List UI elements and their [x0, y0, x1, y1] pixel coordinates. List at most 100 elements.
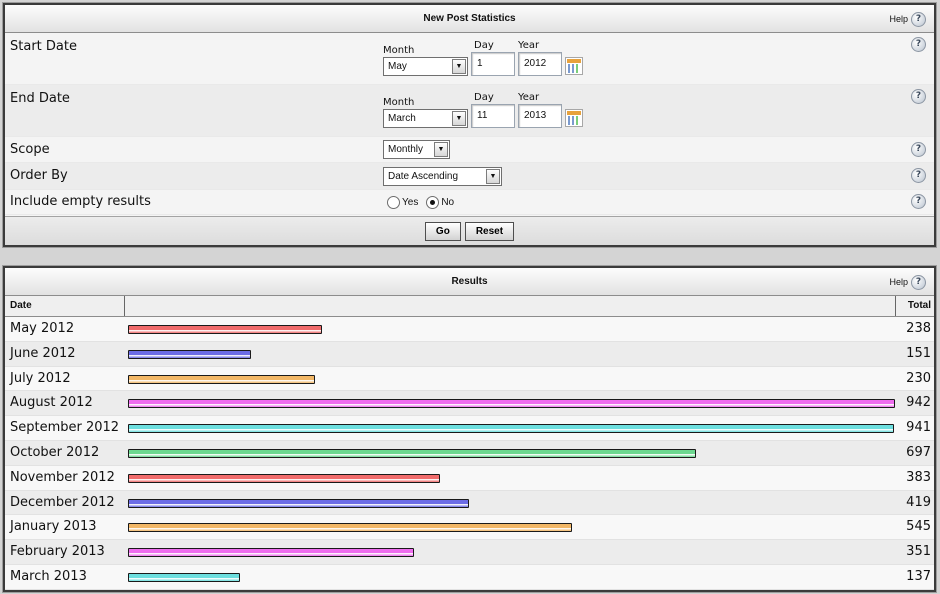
- table-row: June 2012 151: [5, 341, 934, 367]
- table-row: October 2012 697: [5, 440, 934, 466]
- results-table-body: May 2012 238 June 2012 151 July 2012 230 Augus…: [5, 317, 934, 590]
- row-date-label: August 2012: [10, 395, 93, 411]
- data-bar: [128, 498, 469, 508]
- data-bar: [128, 572, 240, 582]
- go-button[interactable]: Go: [424, 221, 461, 241]
- end-month-select[interactable]: March ▼: [383, 109, 468, 128]
- help-icon: ?: [911, 274, 926, 290]
- chevron-down-icon: ▼: [452, 111, 466, 126]
- calendar-icon[interactable]: [565, 57, 583, 75]
- chevron-down-icon: ▼: [452, 59, 466, 74]
- start-month-value: May: [388, 61, 407, 72]
- help-label: Help: [889, 14, 908, 24]
- end-month-value: March: [388, 113, 416, 124]
- column-divider: [124, 296, 125, 316]
- scope-select[interactable]: Monthly ▼: [383, 140, 450, 159]
- end-date-row: End Date Month March ▼ Day 11 Year 2013: [5, 85, 934, 137]
- data-bar: [128, 523, 572, 533]
- data-bar: [128, 325, 322, 334]
- order-by-help-icon[interactable]: ?: [911, 168, 926, 183]
- row-total-value: 351: [906, 544, 931, 560]
- help-label: Help: [889, 277, 908, 287]
- row-date-label: December 2012: [10, 494, 115, 510]
- start-date-row: Start Date Month May ▼ Day 1 Year 2012 ?: [5, 33, 934, 85]
- start-year-caption: Year: [518, 40, 540, 51]
- row-total-value: 419: [906, 494, 931, 510]
- order-by-label: Order By: [10, 168, 68, 183]
- end-date-help-icon[interactable]: ?: [911, 89, 926, 104]
- start-month-caption: Month: [383, 45, 415, 56]
- data-bar: [128, 548, 414, 558]
- row-date-label: February 2013: [10, 544, 105, 560]
- total-column-header: Total: [907, 300, 931, 311]
- row-total-value: 697: [906, 444, 931, 460]
- start-day-caption: Day: [474, 40, 494, 51]
- row-date-label: November 2012: [10, 469, 115, 485]
- results-table-header: Date Total: [5, 296, 934, 317]
- row-date-label: July 2012: [10, 370, 71, 386]
- start-date-help-icon[interactable]: ?: [911, 37, 926, 52]
- order-by-row: Order By Date Ascending ▼ ?: [5, 163, 934, 190]
- start-year-input[interactable]: 2012: [518, 52, 562, 76]
- start-day-input[interactable]: 1: [471, 52, 515, 76]
- scope-label: Scope: [10, 142, 50, 157]
- data-bar: [128, 424, 894, 434]
- end-day-input[interactable]: 11: [471, 104, 515, 128]
- row-date-label: October 2012: [10, 444, 100, 460]
- table-row: May 2012 238: [5, 317, 934, 342]
- include-empty-label: Include empty results: [10, 194, 151, 209]
- include-empty-yes-label: Yes: [402, 197, 419, 208]
- include-empty-no-label: No: [441, 197, 455, 208]
- include-empty-help-icon[interactable]: ?: [911, 194, 926, 209]
- table-row: March 2013 137: [5, 564, 934, 590]
- row-date-label: June 2012: [10, 345, 76, 361]
- end-date-control: Month March ▼ Day 11 Year 2013: [383, 91, 583, 128]
- include-empty-radio-group: Yes No: [387, 196, 462, 209]
- scope-value: Monthly: [388, 144, 424, 155]
- scope-row: Scope Monthly ▼ ?: [5, 137, 934, 163]
- stats-panel-titlebar: New Post Statistics Help ?: [5, 5, 934, 33]
- reset-button[interactable]: Reset: [464, 221, 515, 241]
- start-date-control: Month May ▼ Day 1 Year 2012: [383, 39, 583, 76]
- order-by-select[interactable]: Date Ascending ▼: [383, 167, 502, 186]
- table-row: January 2013 545: [5, 515, 934, 541]
- data-bar: [128, 374, 315, 384]
- results-panel: Results Help ? Date Total May 2012 238 Jun…: [3, 266, 936, 592]
- order-by-value: Date Ascending: [388, 171, 459, 182]
- row-date-label: May 2012: [10, 321, 75, 336]
- start-month-select[interactable]: May ▼: [383, 57, 468, 76]
- row-total-value: 545: [906, 519, 931, 535]
- results-panel-titlebar: Results Help ?: [5, 268, 934, 296]
- row-total-value: 941: [906, 420, 931, 436]
- table-row: July 2012 230: [5, 366, 934, 392]
- row-total-value: 151: [906, 345, 931, 361]
- include-empty-row: Include empty results Yes No ?: [5, 190, 934, 215]
- results-help-link[interactable]: Help ?: [889, 273, 926, 291]
- end-month-caption: Month: [383, 97, 415, 108]
- row-date-label: January 2013: [10, 519, 97, 535]
- stats-panel-title: New Post Statistics: [423, 13, 516, 24]
- data-bar: [128, 399, 895, 409]
- scope-help-icon[interactable]: ?: [911, 142, 926, 157]
- end-year-input[interactable]: 2013: [518, 104, 562, 128]
- row-total-value: 137: [906, 568, 931, 584]
- include-empty-no-radio[interactable]: [426, 196, 440, 209]
- row-total-value: 238: [906, 321, 931, 336]
- stats-help-link[interactable]: Help ?: [889, 10, 926, 28]
- table-row: August 2012 942: [5, 391, 934, 417]
- end-day-caption: Day: [474, 92, 494, 103]
- end-year-caption: Year: [518, 92, 540, 103]
- include-empty-yes-radio[interactable]: [387, 196, 400, 209]
- results-panel-title: Results: [451, 276, 488, 287]
- calendar-icon[interactable]: [565, 109, 583, 127]
- help-icon: ?: [911, 11, 926, 27]
- form-button-bar: Go Reset: [5, 216, 934, 245]
- table-row: December 2012 419: [5, 490, 934, 516]
- column-divider: [895, 296, 896, 316]
- row-total-value: 383: [906, 469, 931, 485]
- row-total-value: 230: [906, 370, 931, 386]
- table-row: February 2013 351: [5, 540, 934, 565]
- row-date-label: September 2012: [10, 420, 120, 436]
- data-bar: [128, 448, 696, 458]
- chevron-down-icon: ▼: [486, 169, 500, 184]
